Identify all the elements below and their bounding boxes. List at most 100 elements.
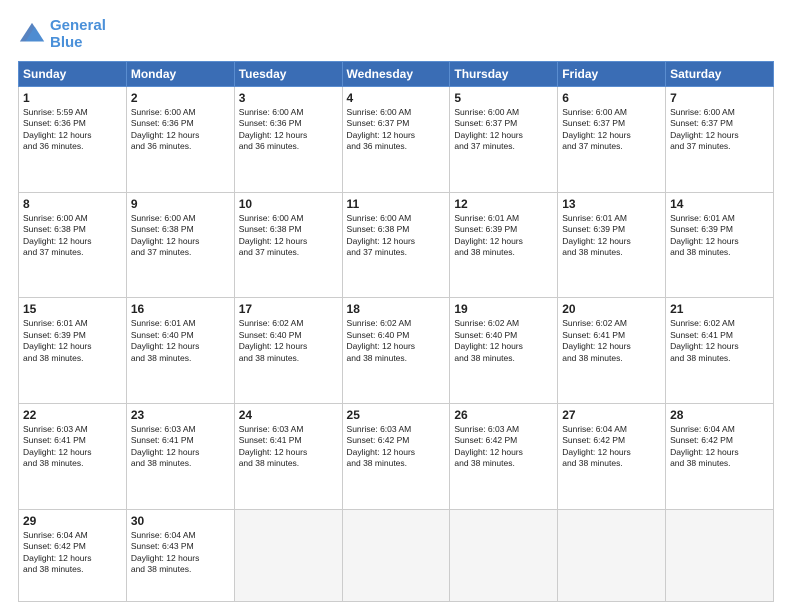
calendar-week-row: 22 Sunrise: 6:03 AM Sunset: 6:41 PM Dayli…	[19, 403, 774, 509]
calendar-body: 1 Sunrise: 5:59 AM Sunset: 6:36 PM Daylig…	[19, 87, 774, 602]
day-number: 30	[131, 514, 230, 528]
day-info: Sunrise: 5:59 AM Sunset: 6:36 PM Dayligh…	[23, 107, 122, 153]
day-number: 18	[347, 302, 446, 316]
calendar-day-cell: 29 Sunrise: 6:04 AM Sunset: 6:42 PM Dayli…	[19, 509, 127, 601]
day-number: 4	[347, 91, 446, 105]
day-info: Sunrise: 6:00 AM Sunset: 6:38 PM Dayligh…	[347, 213, 446, 259]
day-number: 3	[239, 91, 338, 105]
day-number: 21	[670, 302, 769, 316]
day-info: Sunrise: 6:03 AM Sunset: 6:42 PM Dayligh…	[454, 424, 553, 470]
calendar-day-cell: 4 Sunrise: 6:00 AM Sunset: 6:37 PM Daylig…	[342, 87, 450, 193]
calendar-day-cell: 19 Sunrise: 6:02 AM Sunset: 6:40 PM Dayli…	[450, 298, 558, 404]
day-number: 12	[454, 197, 553, 211]
day-info: Sunrise: 6:02 AM Sunset: 6:40 PM Dayligh…	[454, 318, 553, 364]
day-info: Sunrise: 6:01 AM Sunset: 6:39 PM Dayligh…	[562, 213, 661, 259]
day-number: 6	[562, 91, 661, 105]
calendar-week-row: 15Sunrise: 6:01 AM Sunset: 6:39 PM Dayli…	[19, 298, 774, 404]
calendar-day-cell	[558, 509, 666, 601]
calendar-day-cell: 24 Sunrise: 6:03 AM Sunset: 6:41 PM Dayli…	[234, 403, 342, 509]
calendar-day-cell: 23 Sunrise: 6:03 AM Sunset: 6:41 PM Dayli…	[126, 403, 234, 509]
calendar-day-cell	[666, 509, 774, 601]
day-number: 9	[131, 197, 230, 211]
day-info: Sunrise: 6:00 AM Sunset: 6:36 PM Dayligh…	[131, 107, 230, 153]
calendar-day-cell: 22 Sunrise: 6:03 AM Sunset: 6:41 PM Dayli…	[19, 403, 127, 509]
logo: General Blue	[18, 18, 106, 51]
day-info: Sunrise: 6:00 AM Sunset: 6:38 PM Dayligh…	[239, 213, 338, 259]
day-number: 29	[23, 514, 122, 528]
day-info: Sunrise: 6:04 AM Sunset: 6:43 PM Dayligh…	[131, 530, 230, 576]
day-info: Sunrise: 6:03 AM Sunset: 6:41 PM Dayligh…	[131, 424, 230, 470]
day-number: 17	[239, 302, 338, 316]
day-info: Sunrise: 6:04 AM Sunset: 6:42 PM Dayligh…	[562, 424, 661, 470]
calendar-day-cell: 6Sunrise: 6:00 AM Sunset: 6:37 PM Daylig…	[558, 87, 666, 193]
calendar-day-cell: 2 Sunrise: 6:00 AM Sunset: 6:36 PM Daylig…	[126, 87, 234, 193]
calendar-day-cell	[234, 509, 342, 601]
calendar-day-cell: 27 Sunrise: 6:04 AM Sunset: 6:42 PM Dayli…	[558, 403, 666, 509]
calendar-day-cell: 17 Sunrise: 6:02 AM Sunset: 6:40 PM Dayli…	[234, 298, 342, 404]
weekday-header: Friday	[558, 62, 666, 87]
weekday-header: Saturday	[666, 62, 774, 87]
day-info: Sunrise: 6:02 AM Sunset: 6:41 PM Dayligh…	[562, 318, 661, 364]
day-info: Sunrise: 6:04 AM Sunset: 6:42 PM Dayligh…	[670, 424, 769, 470]
calendar-day-cell: 30 Sunrise: 6:04 AM Sunset: 6:43 PM Dayli…	[126, 509, 234, 601]
day-info: Sunrise: 6:00 AM Sunset: 6:37 PM Dayligh…	[670, 107, 769, 153]
header: General Blue	[18, 18, 774, 51]
day-info: Sunrise: 6:00 AM Sunset: 6:38 PM Dayligh…	[23, 213, 122, 259]
calendar-day-cell: 12Sunrise: 6:01 AM Sunset: 6:39 PM Dayli…	[450, 192, 558, 298]
calendar-week-row: 29 Sunrise: 6:04 AM Sunset: 6:42 PM Dayli…	[19, 509, 774, 601]
day-info: Sunrise: 6:03 AM Sunset: 6:41 PM Dayligh…	[23, 424, 122, 470]
page: General Blue SundayMondayTuesdayWednesda…	[0, 0, 792, 612]
logo-text: General Blue	[50, 18, 106, 51]
calendar-day-cell: 3 Sunrise: 6:00 AM Sunset: 6:36 PM Daylig…	[234, 87, 342, 193]
day-number: 23	[131, 408, 230, 422]
calendar-day-cell: 11Sunrise: 6:00 AM Sunset: 6:38 PM Dayli…	[342, 192, 450, 298]
day-number: 14	[670, 197, 769, 211]
calendar-day-cell: 5Sunrise: 6:00 AM Sunset: 6:37 PM Daylig…	[450, 87, 558, 193]
calendar-day-cell: 15Sunrise: 6:01 AM Sunset: 6:39 PM Dayli…	[19, 298, 127, 404]
calendar-day-cell: 28Sunrise: 6:04 AM Sunset: 6:42 PM Dayli…	[666, 403, 774, 509]
day-number: 24	[239, 408, 338, 422]
weekday-header: Tuesday	[234, 62, 342, 87]
calendar-day-cell	[450, 509, 558, 601]
calendar-day-cell: 7 Sunrise: 6:00 AM Sunset: 6:37 PM Daylig…	[666, 87, 774, 193]
calendar-day-cell: 13Sunrise: 6:01 AM Sunset: 6:39 PM Dayli…	[558, 192, 666, 298]
weekday-header: Thursday	[450, 62, 558, 87]
day-info: Sunrise: 6:02 AM Sunset: 6:41 PM Dayligh…	[670, 318, 769, 364]
weekday-header: Wednesday	[342, 62, 450, 87]
calendar-day-cell: 21 Sunrise: 6:02 AM Sunset: 6:41 PM Dayli…	[666, 298, 774, 404]
day-number: 16	[131, 302, 230, 316]
calendar-day-cell: 8 Sunrise: 6:00 AM Sunset: 6:38 PM Daylig…	[19, 192, 127, 298]
calendar-day-cell: 26 Sunrise: 6:03 AM Sunset: 6:42 PM Dayli…	[450, 403, 558, 509]
weekday-header: Monday	[126, 62, 234, 87]
day-info: Sunrise: 6:00 AM Sunset: 6:38 PM Dayligh…	[131, 213, 230, 259]
logo-icon	[18, 21, 46, 49]
day-info: Sunrise: 6:03 AM Sunset: 6:42 PM Dayligh…	[347, 424, 446, 470]
day-info: Sunrise: 6:02 AM Sunset: 6:40 PM Dayligh…	[239, 318, 338, 364]
calendar-day-cell: 9 Sunrise: 6:00 AM Sunset: 6:38 PM Daylig…	[126, 192, 234, 298]
day-info: Sunrise: 6:00 AM Sunset: 6:37 PM Dayligh…	[347, 107, 446, 153]
day-number: 20	[562, 302, 661, 316]
day-number: 25	[347, 408, 446, 422]
day-info: Sunrise: 6:03 AM Sunset: 6:41 PM Dayligh…	[239, 424, 338, 470]
day-number: 7	[670, 91, 769, 105]
day-number: 2	[131, 91, 230, 105]
day-info: Sunrise: 6:00 AM Sunset: 6:37 PM Dayligh…	[454, 107, 553, 153]
day-info: Sunrise: 6:01 AM Sunset: 6:39 PM Dayligh…	[670, 213, 769, 259]
calendar-day-cell: 1 Sunrise: 5:59 AM Sunset: 6:36 PM Daylig…	[19, 87, 127, 193]
calendar-week-row: 8 Sunrise: 6:00 AM Sunset: 6:38 PM Daylig…	[19, 192, 774, 298]
day-info: Sunrise: 6:00 AM Sunset: 6:36 PM Dayligh…	[239, 107, 338, 153]
weekday-header: Sunday	[19, 62, 127, 87]
day-number: 1	[23, 91, 122, 105]
calendar-day-cell: 25 Sunrise: 6:03 AM Sunset: 6:42 PM Dayli…	[342, 403, 450, 509]
day-number: 22	[23, 408, 122, 422]
day-number: 26	[454, 408, 553, 422]
day-number: 27	[562, 408, 661, 422]
day-info: Sunrise: 6:02 AM Sunset: 6:40 PM Dayligh…	[347, 318, 446, 364]
day-number: 8	[23, 197, 122, 211]
day-info: Sunrise: 6:01 AM Sunset: 6:40 PM Dayligh…	[131, 318, 230, 364]
day-info: Sunrise: 6:04 AM Sunset: 6:42 PM Dayligh…	[23, 530, 122, 576]
calendar-table: SundayMondayTuesdayWednesdayThursdayFrid…	[18, 61, 774, 602]
calendar-day-cell: 16 Sunrise: 6:01 AM Sunset: 6:40 PM Dayli…	[126, 298, 234, 404]
calendar-day-cell: 14 Sunrise: 6:01 AM Sunset: 6:39 PM Dayli…	[666, 192, 774, 298]
day-number: 19	[454, 302, 553, 316]
